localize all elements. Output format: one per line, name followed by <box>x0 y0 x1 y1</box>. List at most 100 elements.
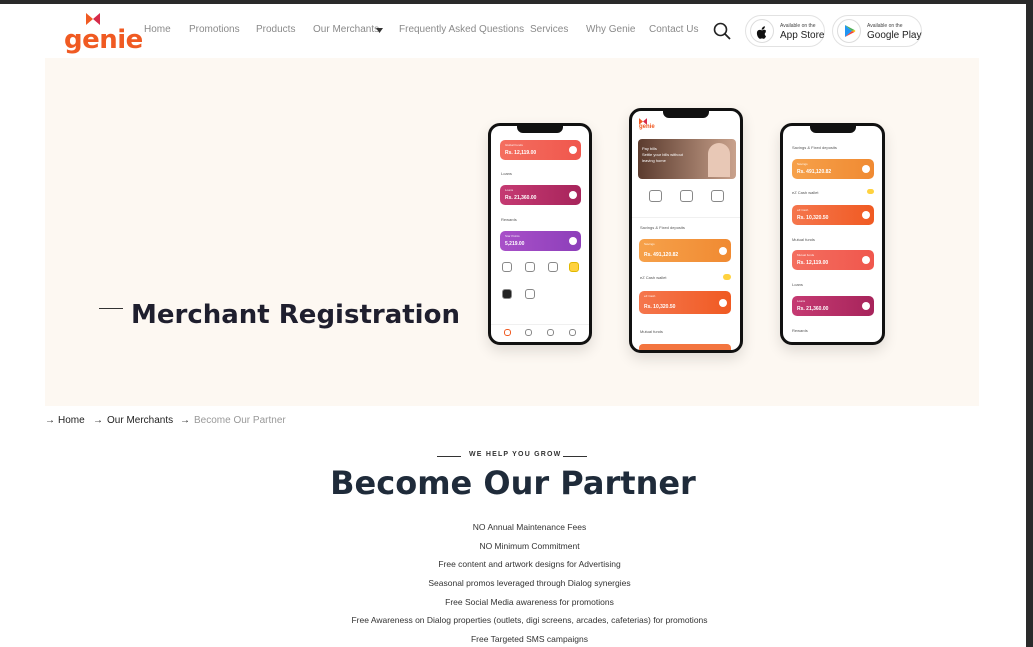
google-play-button[interactable]: Available on the Google Play <box>832 15 922 47</box>
nav-our-merchants[interactable]: Our Merchants <box>313 24 379 35</box>
grid-icon <box>525 262 535 272</box>
banner-photo <box>708 143 730 177</box>
qr-scan-icon <box>680 190 693 202</box>
arrow-right-icon: → <box>180 415 190 426</box>
scrollbar[interactable] <box>1026 4 1033 647</box>
phone-mockup-center: genie Pay bills Settle your bills withou… <box>629 108 743 353</box>
phone-card-amount: Rs. 10,320.50 <box>644 304 676 310</box>
phone-card: Mutual funds Rs. 12,119.00 <box>792 250 874 270</box>
benefit-item: Seasonal promos leveraged through Dialog… <box>428 578 631 588</box>
section-title: Become Our Partner <box>330 464 696 502</box>
phone-card-amount: Rs. 491,120.82 <box>644 252 679 258</box>
chevron-down-icon[interactable] <box>376 28 383 33</box>
phone-card-amount: Rs. 21,360.00 <box>797 306 829 312</box>
qr-icon <box>525 289 535 299</box>
phone-card-amount: Rs. 10,320.50 <box>797 215 829 221</box>
search-icon[interactable] <box>713 22 731 40</box>
arrow-right-icon <box>719 246 727 255</box>
phone-card-amount: Rs. 21,360.00 <box>505 195 537 201</box>
breadcrumb-current: Become Our Partner <box>194 415 286 426</box>
nav-services[interactable]: Services <box>530 24 568 35</box>
phone-card: Savings Rs. 491,120.82 <box>792 159 874 179</box>
benefit-item: Free Targeted SMS campaigns <box>470 634 588 644</box>
phone-card-label: eZ Cash <box>644 294 656 298</box>
arrow-right-icon <box>569 146 577 154</box>
arrow-right-icon <box>569 237 577 245</box>
phone-section-label: eZ Cash wallet <box>792 190 819 195</box>
phone-section-label: Loans <box>501 171 512 176</box>
phone-card-amount: Rs. 12,119.00 <box>797 260 829 266</box>
google-play-icon <box>837 19 861 43</box>
hero-title-dash <box>99 308 123 309</box>
phone-section-label: eZ Cash wallet <box>640 275 667 280</box>
app-store-button[interactable]: Available on the App Store <box>745 15 825 47</box>
phone-card-label: Savings <box>797 162 808 166</box>
phone-mockup-left: Global Funds Rs. 12,119.00 Loans Loans R… <box>488 123 592 345</box>
phone-section-label: Savings & Fixed deposits <box>792 145 837 150</box>
services-icon <box>525 329 532 336</box>
hero-banner: Merchant Registration Global Funds Rs. 1… <box>45 58 979 406</box>
ez-cash-icon <box>867 189 874 194</box>
genie-logo[interactable]: genie <box>64 13 143 55</box>
phone-card: Loans Rs. 21,360.00 <box>500 185 581 205</box>
send-icon <box>711 190 724 202</box>
phone-card-label: Mutual funds <box>797 253 815 257</box>
hero-title: Merchant Registration <box>131 300 460 330</box>
phone-card-label: Savings <box>644 242 655 246</box>
nav-products[interactable]: Products <box>256 24 295 35</box>
app-store-small-text: Available on the <box>780 23 816 29</box>
nav-why-genie[interactable]: Why Genie <box>586 24 635 35</box>
arrow-right-icon <box>862 256 870 264</box>
ez-cash-icon <box>723 274 731 280</box>
app-store-text: App Store <box>780 30 825 41</box>
phone-card: Global Funds Rs. 12,119.00 <box>500 140 581 160</box>
logo-text: genie <box>64 25 143 55</box>
banner-text: Pay bills Settle your bills without leav… <box>642 146 683 163</box>
phone-section-label: Loans <box>792 282 803 287</box>
benefit-item: NO Annual Maintenance Fees <box>472 522 587 532</box>
breadcrumb-our-merchants[interactable]: Our Merchants <box>107 415 173 426</box>
home-icon <box>504 329 511 336</box>
nav-contact-us[interactable]: Contact Us <box>649 24 698 35</box>
nav-promotions[interactable]: Promotions <box>189 24 240 35</box>
benefit-item: Free Awareness on Dialog properties (out… <box>351 615 708 625</box>
wallet-icon <box>502 289 512 299</box>
arrow-right-icon <box>569 191 577 199</box>
phone-card-label: Global Funds <box>505 143 523 147</box>
phone-section-label: Mutual funds <box>640 329 663 334</box>
savings-icon <box>502 262 512 272</box>
phone-section-label: Rewards <box>501 217 517 222</box>
phone-card: Star Points 5,219.00 <box>500 231 581 251</box>
benefit-item: Free Social Media awareness for promotio… <box>445 597 614 607</box>
phone-card: eZ Cash Rs. 10,320.50 <box>792 205 874 225</box>
phone-card: eZ Cash Rs. 10,320.50 <box>639 291 731 314</box>
benefit-item: Free content and artwork designs for Adv… <box>438 559 621 569</box>
benefit-item: NO Minimum Commitment <box>479 541 580 551</box>
gift-icon <box>569 262 579 272</box>
phone-card-label: Star Points <box>505 234 520 238</box>
nav-home[interactable]: Home <box>144 24 171 35</box>
card-icon <box>548 262 558 272</box>
pay-bills-banner: Pay bills Settle your bills without leav… <box>638 139 736 179</box>
arrow-right-icon: → <box>45 415 55 426</box>
eyebrow-text: WE HELP YOU GROW <box>469 451 562 458</box>
pay-icon <box>649 190 662 202</box>
phone-card-label: Loans <box>505 188 514 192</box>
phone-section-label: Rewards <box>792 328 808 333</box>
arrow-right-icon <box>862 211 870 219</box>
top-navigation: genie Home Promotions Products Our Merch… <box>0 4 1026 58</box>
phone-section-label: Mutual funds <box>792 237 815 242</box>
arrow-right-icon: → <box>93 415 103 426</box>
breadcrumb-home[interactable]: Home <box>58 415 85 426</box>
phone-mockup-right: Savings & Fixed deposits Savings Rs. 491… <box>780 123 885 345</box>
phone-card-amount: 5,219.00 <box>505 241 525 247</box>
nav-faq[interactable]: Frequently Asked Questions <box>399 24 524 35</box>
phone-card-amount: Rs. 12,119.00 <box>505 150 537 156</box>
apple-icon <box>750 19 774 43</box>
page: genie Home Promotions Products Our Merch… <box>0 4 1026 647</box>
arrow-right-icon <box>719 298 727 307</box>
arrow-right-icon <box>862 165 870 173</box>
transactions-icon <box>547 329 554 336</box>
google-play-small-text: Available on the <box>867 23 903 29</box>
phone-card-label: eZ Cash <box>797 208 809 212</box>
